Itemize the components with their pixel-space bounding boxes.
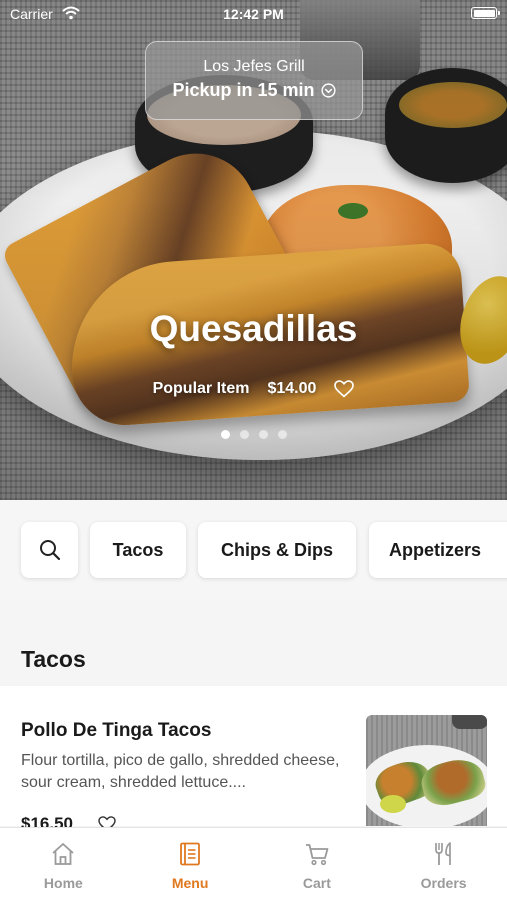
- menu-item[interactable]: Pollo De Tinga Tacos Flour tortilla, pic…: [0, 686, 507, 833]
- tab-home[interactable]: Home: [0, 828, 127, 900]
- hero-item-title: Quesadillas: [149, 308, 358, 349]
- fork-knife-icon: [434, 842, 451, 865]
- menu-item-photo-cup: [452, 715, 487, 729]
- carousel-dot[interactable]: [258, 430, 268, 439]
- tab-bar: Home Menu Cart Orders: [0, 827, 507, 900]
- carousel-dot[interactable]: [239, 430, 249, 439]
- hero-item-meta: Popular Item $14.00: [0, 380, 507, 398]
- search-button[interactable]: [21, 522, 78, 578]
- tab-menu[interactable]: Menu: [127, 828, 254, 900]
- tab-orders[interactable]: Orders: [380, 828, 507, 900]
- status-bar: Carrier 12:42 PM: [0, 0, 507, 28]
- menu-item-name: Pollo De Tinga Tacos: [21, 720, 212, 741]
- category-chip-tacos[interactable]: Tacos: [90, 522, 186, 578]
- pickup-time: Pickup in 15 min: [172, 80, 315, 100]
- tab-label: Cart: [302, 875, 331, 891]
- pickup-selector[interactable]: Los Jefes Grill Pickup in 15 min: [145, 41, 363, 120]
- home-icon: [52, 843, 74, 865]
- menu-book-icon: [180, 842, 201, 866]
- tab-label: Home: [43, 875, 83, 891]
- heart-icon[interactable]: [334, 380, 355, 398]
- category-chip-chips-dips[interactable]: Chips & Dips: [198, 522, 356, 578]
- menu-item-description: Flour tortilla, pico de gallo, shredded …: [21, 752, 340, 791]
- clock: 12:42 PM: [223, 6, 284, 22]
- tab-label: Orders: [420, 875, 467, 891]
- tab-label: Menu: [171, 875, 209, 891]
- cart-icon: [305, 844, 329, 866]
- carousel-dot[interactable]: [277, 430, 287, 439]
- search-icon: [39, 540, 60, 561]
- section-title: Tacos: [21, 646, 86, 672]
- hero-item-price: $14.00: [267, 380, 317, 397]
- chevron-down-circle-icon: [320, 83, 336, 98]
- carousel-dots[interactable]: [0, 430, 507, 439]
- pickup-time-row: Pickup in 15 min: [146, 80, 362, 101]
- tab-cart[interactable]: Cart: [254, 828, 381, 900]
- popular-badge: Popular Item: [152, 380, 250, 397]
- battery-icon: [471, 7, 500, 19]
- carousel-dot[interactable]: [220, 430, 230, 439]
- menu-item-photo-lime: [380, 795, 406, 813]
- category-chip-appetizers[interactable]: Appetizers: [369, 522, 507, 578]
- category-bar: Tacos Chips & Dips Appetizers: [0, 500, 507, 600]
- section-header: Tacos: [0, 600, 507, 686]
- restaurant-name: Los Jefes Grill: [203, 58, 305, 75]
- menu-item-photo: [366, 715, 487, 826]
